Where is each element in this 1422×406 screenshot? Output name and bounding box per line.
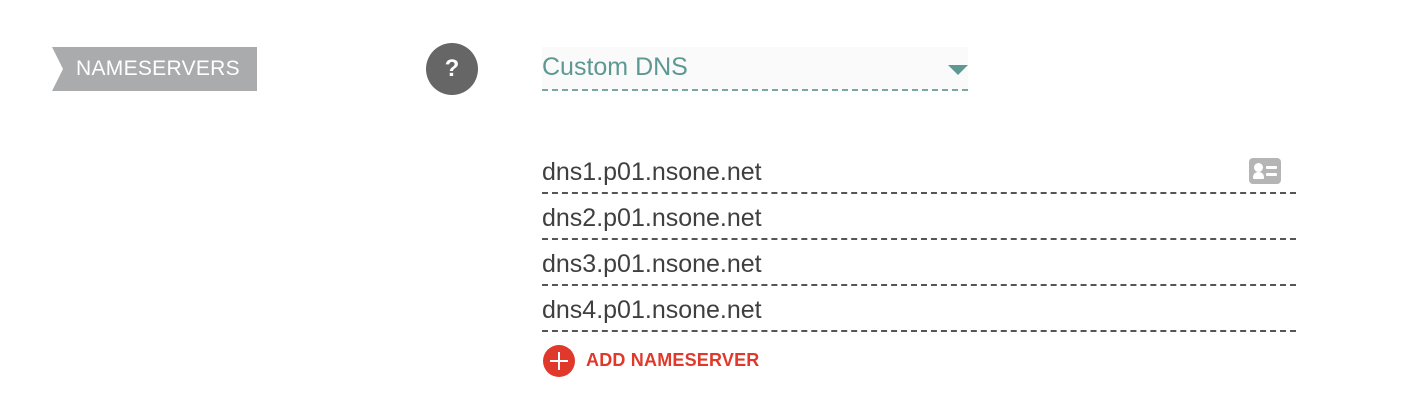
nameserver-value: dns3.p01.nsone.net xyxy=(542,250,762,278)
nameserver-input-3[interactable]: dns3.p01.nsone.net xyxy=(542,248,1296,286)
contact-card-icon[interactable] xyxy=(1249,158,1281,184)
nameserver-input-1[interactable]: dns1.p01.nsone.net xyxy=(542,156,1296,194)
nameservers-section-label: NAMESERVERS xyxy=(52,47,257,91)
question-icon: ? xyxy=(444,55,460,82)
nameserver-input-4[interactable]: dns4.p01.nsone.net xyxy=(542,294,1296,332)
nameserver-input-2[interactable]: dns2.p01.nsone.net xyxy=(542,202,1296,240)
label-notch xyxy=(52,47,63,91)
section-label-text: NAMESERVERS xyxy=(76,57,240,80)
add-nameserver-label: ADD NAMESERVER xyxy=(586,350,760,370)
nameserver-value: dns4.p01.nsone.net xyxy=(542,296,762,324)
help-button[interactable]: ? xyxy=(426,43,478,95)
dns-type-select[interactable]: Custom DNS xyxy=(542,47,968,91)
nameserver-value: dns2.p01.nsone.net xyxy=(542,204,762,232)
dns-type-selected-value: Custom DNS xyxy=(542,53,688,81)
nameserver-value: dns1.p01.nsone.net xyxy=(542,158,762,186)
caret-down-icon xyxy=(948,65,968,75)
plus-circle-icon xyxy=(543,345,575,377)
